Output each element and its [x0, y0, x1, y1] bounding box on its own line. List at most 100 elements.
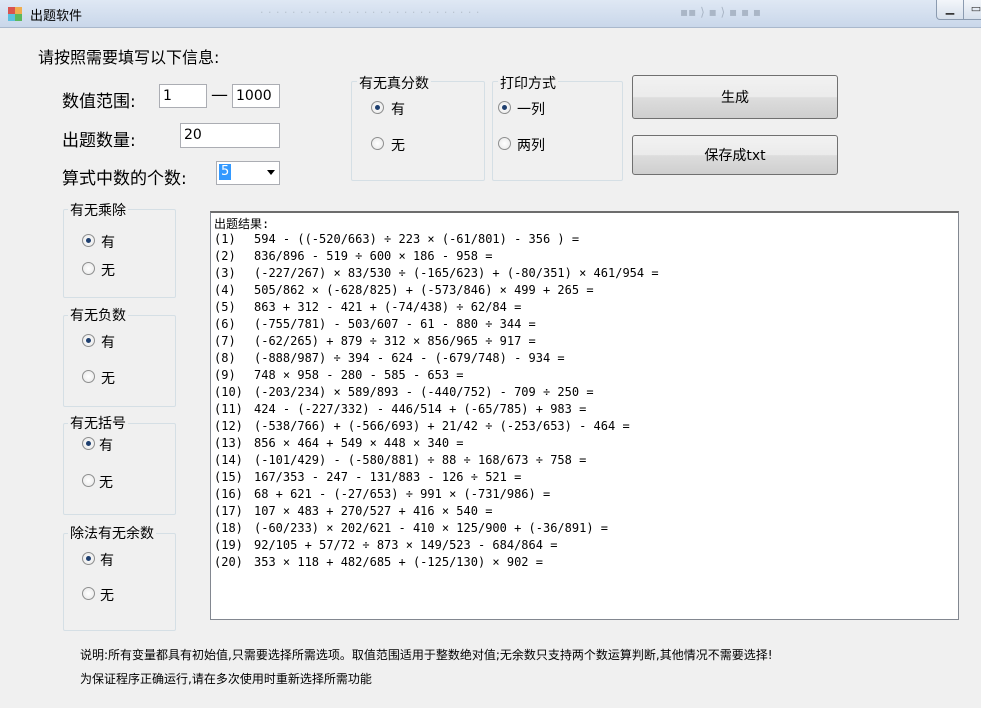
print-group-title: 打印方式 — [498, 73, 558, 93]
range-max-input[interactable]: 1000 — [232, 84, 280, 108]
fraction-yes-radio[interactable] — [371, 101, 384, 114]
brackets-group-title: 有无括号 — [68, 413, 128, 433]
result-expression: 863 + 312 - 421 + (-74/438) ÷ 62/84 = — [254, 300, 522, 314]
result-number: (20) — [214, 555, 243, 569]
result-number: (9) — [214, 368, 236, 382]
save-txt-button[interactable]: 保存成txt — [632, 135, 838, 175]
fraction-no-radio[interactable] — [371, 137, 384, 150]
result-number: (16) — [214, 487, 243, 501]
result-number: (1) — [214, 232, 236, 246]
minimize-button[interactable]: ▁ — [936, 0, 964, 20]
result-number: (13) — [214, 436, 243, 450]
note-line-1: 说明:所有变量都具有初始值,只需要选择所需选项。取值范围适用于整数绝对值;无余数… — [80, 648, 773, 662]
count-input[interactable]: 20 — [180, 123, 280, 148]
result-number: (4) — [214, 283, 236, 297]
brackets-yes-radio[interactable] — [82, 437, 95, 450]
maximize-button[interactable]: ▭ — [963, 0, 981, 20]
result-number: (19) — [214, 538, 243, 552]
result-item: (7) (-62/265) + 879 ÷ 312 × 856/965 ÷ 917… — [214, 334, 536, 348]
result-item: (11) 424 - (-227/332) - 446/514 + (-65/78… — [214, 402, 586, 416]
brackets-group — [63, 423, 176, 515]
result-expression: 836/896 - 519 ÷ 600 × 186 - 958 = — [254, 249, 493, 263]
brackets-no-label[interactable]: 无 — [99, 472, 113, 492]
result-expression: (-538/766) + (-566/693) + 21/42 ÷ (-253/… — [254, 419, 630, 433]
range-label: 数值范围: — [62, 92, 136, 112]
title-bar[interactable]: 出题软件 · · · · · · · · · · · · · · · · · ·… — [0, 0, 981, 28]
result-expression: (-60/233) × 202/621 - 410 × 125/900 + (-… — [254, 521, 609, 535]
result-item: (15) 167/353 - 247 - 131/883 - 126 ÷ 521 … — [214, 470, 521, 484]
remainder-no-radio[interactable] — [82, 587, 95, 600]
muldiv-yes-label[interactable]: 有 — [101, 232, 115, 252]
remainder-yes-radio[interactable] — [82, 552, 95, 565]
result-expression: (-755/781) - 503/607 - 61 - 880 ÷ 344 = — [254, 317, 536, 331]
result-number: (14) — [214, 453, 243, 467]
muldiv-no-radio[interactable] — [82, 262, 95, 275]
result-expression: 594 - ((-520/663) ÷ 223 × (-61/801) - 35… — [254, 232, 580, 246]
result-item: (10) (-203/234) × 589/893 - (-440/752) - … — [214, 385, 594, 399]
result-expression: (-62/265) + 879 ÷ 312 × 856/965 ÷ 917 = — [254, 334, 536, 348]
count-label: 出题数量: — [62, 131, 136, 151]
fraction-group-title: 有无真分数 — [357, 73, 431, 93]
app-icon — [8, 7, 22, 21]
result-expression: 68 + 621 - (-27/653) ÷ 991 × (-731/986) … — [254, 487, 551, 501]
result-item: (12) (-538/766) + (-566/693) + 21/42 ÷ (-… — [214, 419, 630, 433]
result-number: (17) — [214, 504, 243, 518]
result-expression: (-227/267) × 83/530 ÷ (-165/623) + (-80/… — [254, 266, 659, 280]
result-item: (9) 748 × 958 - 280 - 585 - 653 = — [214, 368, 464, 382]
result-item: (19) 92/105 + 57/72 ÷ 873 × 149/523 - 684… — [214, 538, 557, 552]
operands-select[interactable]: 5 — [216, 161, 280, 185]
result-number: (6) — [214, 317, 236, 331]
negative-yes-radio[interactable] — [82, 334, 95, 347]
result-item: (13) 856 × 464 + 549 × 448 × 340 = — [214, 436, 464, 450]
results-textarea[interactable]: 出题结果: (1) 594 - ((-520/663) ÷ 223 × (-61/… — [210, 211, 959, 620]
window-title: 出题软件 — [30, 9, 83, 24]
result-item: (14) (-101/429) - (-580/881) ÷ 88 ÷ 168/6… — [214, 453, 586, 467]
result-expression: 167/353 - 247 - 131/883 - 126 ÷ 521 = — [254, 470, 522, 484]
result-item: (2) 836/896 - 519 ÷ 600 × 186 - 958 = — [214, 249, 492, 263]
brackets-yes-label[interactable]: 有 — [99, 435, 113, 455]
result-item: (3) (-227/267) × 83/530 ÷ (-165/623) + (-… — [214, 266, 659, 280]
result-number: (10) — [214, 385, 243, 399]
result-expression: (-203/234) × 589/893 - (-440/752) - 709 … — [254, 385, 594, 399]
result-number: (3) — [214, 266, 236, 280]
negative-yes-label[interactable]: 有 — [101, 332, 115, 352]
fraction-yes-label[interactable]: 有 — [391, 99, 405, 119]
muldiv-yes-radio[interactable] — [82, 234, 95, 247]
result-expression: 856 × 464 + 549 × 448 × 340 = — [254, 436, 464, 450]
print-one-radio[interactable] — [498, 101, 511, 114]
result-expression: 505/862 × (-628/825) + (-573/846) × 499 … — [254, 283, 594, 297]
result-item: (4) 505/862 × (-628/825) + (-573/846) × 4… — [214, 283, 594, 297]
result-item: (8) (-888/987) ÷ 394 - 624 - (-679/748) -… — [214, 351, 565, 365]
remainder-group-title: 除法有无余数 — [68, 523, 156, 543]
result-number: (18) — [214, 521, 243, 535]
result-item: (16) 68 + 621 - (-27/653) ÷ 991 × (-731/9… — [214, 487, 550, 501]
remainder-no-label[interactable]: 无 — [100, 585, 114, 605]
result-expression: 107 × 483 + 270/527 + 416 × 540 = — [254, 504, 493, 518]
result-expression: (-101/429) - (-580/881) ÷ 88 ÷ 168/673 ÷… — [254, 453, 587, 467]
chevron-down-icon[interactable] — [267, 170, 275, 175]
generate-button[interactable]: 生成 — [632, 75, 838, 119]
negative-no-label[interactable]: 无 — [101, 368, 115, 388]
result-expression: 748 × 958 - 280 - 585 - 653 = — [254, 368, 464, 382]
fraction-no-label[interactable]: 无 — [391, 135, 405, 155]
operands-selected-value: 5 — [219, 164, 232, 180]
result-expression: 92/105 + 57/72 ÷ 873 × 149/523 - 684/864… — [254, 538, 558, 552]
print-two-radio[interactable] — [498, 137, 511, 150]
muldiv-no-label[interactable]: 无 — [101, 260, 115, 280]
result-number: (8) — [214, 351, 236, 365]
negative-no-radio[interactable] — [82, 370, 95, 383]
result-expression: 353 × 118 + 482/685 + (-125/130) × 902 = — [254, 555, 543, 569]
result-number: (7) — [214, 334, 236, 348]
remainder-group — [63, 533, 176, 631]
result-expression: 424 - (-227/332) - 446/514 + (-65/785) +… — [254, 402, 587, 416]
result-number: (15) — [214, 470, 243, 484]
operands-label: 算式中数的个数: — [62, 169, 187, 189]
app-window: 出题软件 · · · · · · · · · · · · · · · · · ·… — [0, 0, 981, 708]
fraction-group — [351, 81, 485, 181]
range-min-input[interactable]: 1 — [159, 84, 207, 108]
result-item: (18) (-60/233) × 202/621 - 410 × 125/900 … — [214, 521, 608, 535]
print-one-label[interactable]: 一列 — [517, 99, 545, 119]
brackets-no-radio[interactable] — [82, 474, 95, 487]
print-two-label[interactable]: 两列 — [517, 135, 545, 155]
remainder-yes-label[interactable]: 有 — [100, 550, 114, 570]
